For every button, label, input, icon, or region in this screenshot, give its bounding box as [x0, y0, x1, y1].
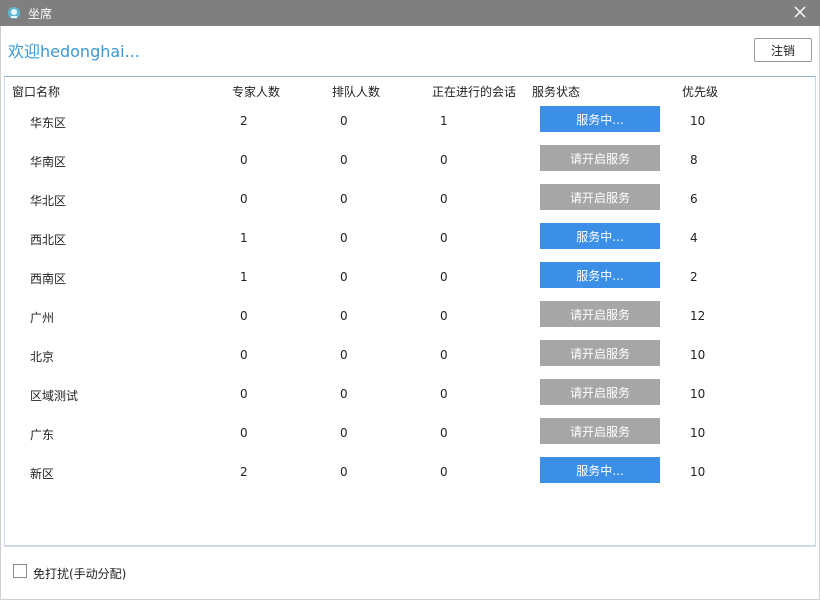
dnd-checkbox[interactable]	[13, 564, 27, 578]
dnd-label[interactable]: 免打扰(手动分配)	[33, 565, 126, 582]
sessions-cell: 0	[440, 192, 448, 206]
experts-cell: 1	[240, 231, 248, 245]
priority-cell: 4	[690, 231, 698, 245]
table-row: 广东 0 0 0 10 请开启服务	[5, 418, 815, 457]
service-running-button[interactable]: 服务中...	[540, 262, 660, 288]
service-running-button[interactable]: 服务中...	[540, 106, 660, 132]
experts-cell: 2	[240, 465, 248, 479]
window-name-cell: 北京	[30, 350, 55, 364]
experts-cell: 0	[240, 348, 248, 362]
title-bar: 坐席	[0, 0, 820, 26]
sessions-cell: 0	[440, 348, 448, 362]
window-name-cell: 新区	[30, 467, 55, 481]
window-name-cell: 西北区	[30, 233, 67, 247]
queue-cell: 0	[340, 231, 348, 245]
header: 欢迎hedonghai... 注销	[0, 26, 820, 76]
sessions-cell: 0	[440, 153, 448, 167]
table-row: 华南区 0 0 0 8 请开启服务	[5, 145, 815, 184]
start-service-button[interactable]: 请开启服务	[540, 184, 660, 210]
sessions-cell: 1	[440, 114, 448, 128]
footer: 免打扰(手动分配)	[4, 546, 816, 597]
logout-button[interactable]: 注销	[754, 38, 812, 62]
experts-cell: 0	[240, 192, 248, 206]
close-button[interactable]	[780, 0, 820, 26]
start-service-button[interactable]: 请开启服务	[540, 340, 660, 366]
table-row: 华东区 2 0 1 10 服务中...	[5, 106, 815, 145]
sessions-cell: 0	[440, 309, 448, 323]
column-header-queue: 排队人数	[332, 85, 381, 99]
column-header-window-name: 窗口名称	[12, 85, 61, 99]
queue-cell: 0	[340, 192, 348, 206]
queue-cell: 0	[340, 348, 348, 362]
priority-cell: 10	[690, 426, 706, 440]
close-icon	[794, 6, 806, 21]
window-name-cell: 广州	[30, 311, 55, 325]
sessions-cell: 0	[440, 231, 448, 245]
priority-cell: 10	[690, 114, 706, 128]
table-row: 西南区 1 0 0 2 服务中...	[5, 262, 815, 301]
start-service-button[interactable]: 请开启服务	[540, 301, 660, 327]
table-row: 新区 2 0 0 10 服务中...	[5, 457, 815, 496]
priority-cell: 2	[690, 270, 698, 284]
seat-window: 坐席 欢迎hedonghai... 注销 窗口名称 专家人数 排队人数 正在进行…	[0, 0, 820, 600]
window-name-cell: 西南区	[30, 272, 67, 286]
priority-cell: 8	[690, 153, 698, 167]
column-header-experts: 专家人数	[232, 85, 281, 99]
welcome-text: 欢迎hedonghai...	[8, 42, 140, 61]
sessions-cell: 0	[440, 426, 448, 440]
experts-cell: 1	[240, 270, 248, 284]
table-row: 西北区 1 0 0 4 服务中...	[5, 223, 815, 262]
window-list-table: 窗口名称 专家人数 排队人数 正在进行的会话 服务状态 优先级 华东区 2 0 1 10…	[4, 76, 816, 546]
table-row: 区域测试 0 0 0 10 请开启服务	[5, 379, 815, 418]
service-running-button[interactable]: 服务中...	[540, 457, 660, 483]
table-row: 广州 0 0 0 12 请开启服务	[5, 301, 815, 340]
experts-cell: 0	[240, 153, 248, 167]
column-header-status: 服务状态	[532, 85, 581, 99]
priority-cell: 10	[690, 348, 706, 362]
sessions-cell: 0	[440, 465, 448, 479]
window-name-cell: 华北区	[30, 194, 67, 208]
queue-cell: 0	[340, 114, 348, 128]
table-row: 北京 0 0 0 10 请开启服务	[5, 340, 815, 379]
experts-cell: 2	[240, 114, 248, 128]
sessions-cell: 0	[440, 387, 448, 401]
priority-cell: 6	[690, 192, 698, 206]
priority-cell: 10	[690, 465, 706, 479]
experts-cell: 0	[240, 387, 248, 401]
column-header-sessions: 正在进行的会话	[432, 85, 517, 99]
column-header-priority: 优先级	[682, 85, 719, 99]
experts-cell: 0	[240, 426, 248, 440]
priority-cell: 12	[690, 309, 706, 323]
window-name-cell: 区域测试	[30, 389, 79, 403]
queue-cell: 0	[340, 387, 348, 401]
queue-cell: 0	[340, 153, 348, 167]
queue-cell: 0	[340, 270, 348, 284]
table-header: 窗口名称 专家人数 排队人数 正在进行的会话 服务状态 优先级	[5, 77, 815, 101]
headset-icon	[6, 5, 22, 21]
window-name-cell: 华东区	[30, 116, 67, 130]
start-service-button[interactable]: 请开启服务	[540, 379, 660, 405]
experts-cell: 0	[240, 309, 248, 323]
window-name-cell: 广东	[30, 428, 55, 442]
window-title: 坐席	[28, 6, 53, 21]
table-row: 华北区 0 0 0 6 请开启服务	[5, 184, 815, 223]
priority-cell: 10	[690, 387, 706, 401]
queue-cell: 0	[340, 426, 348, 440]
service-running-button[interactable]: 服务中...	[540, 223, 660, 249]
sessions-cell: 0	[440, 270, 448, 284]
start-service-button[interactable]: 请开启服务	[540, 418, 660, 444]
start-service-button[interactable]: 请开启服务	[540, 145, 660, 171]
queue-cell: 0	[340, 465, 348, 479]
queue-cell: 0	[340, 309, 348, 323]
window-name-cell: 华南区	[30, 155, 67, 169]
